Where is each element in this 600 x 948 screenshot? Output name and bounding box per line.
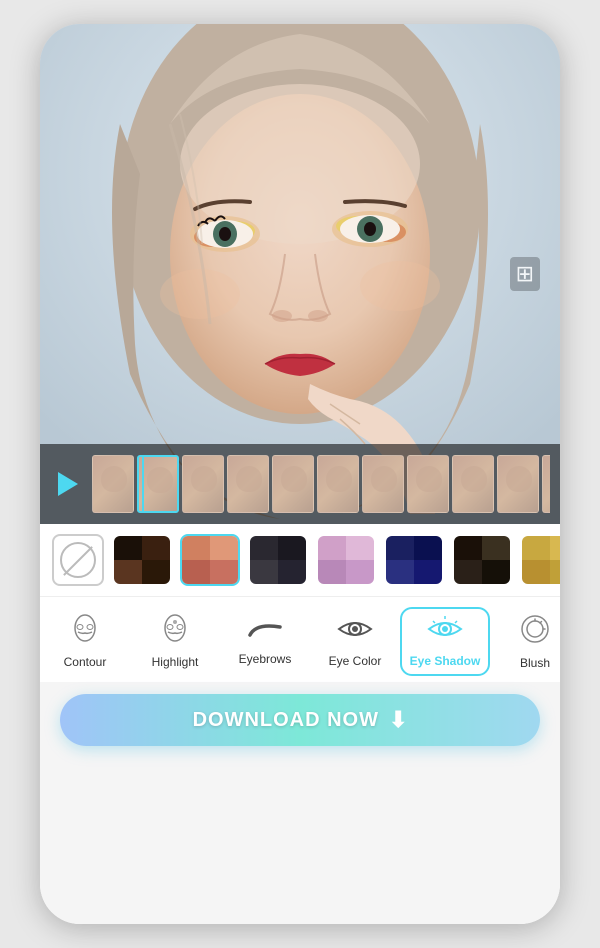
palette-navy-blue[interactable] [384, 534, 444, 586]
contour-icon [70, 614, 100, 649]
palettes-row [40, 524, 560, 597]
download-label: DOWNLOAD NOW [193, 709, 379, 732]
download-button[interactable]: DOWNLOAD NOW ⬇ [60, 694, 540, 746]
thumbnail-3[interactable] [182, 455, 224, 513]
eye-shadow-label: Eye Shadow [410, 654, 481, 668]
thumbnail-4[interactable] [227, 455, 269, 513]
download-icon: ⬇ [389, 707, 407, 733]
highlight-icon [160, 614, 190, 649]
highlight-label: Highlight [152, 655, 199, 669]
tab-contour[interactable]: Contour [40, 608, 130, 675]
eye-color-label: Eye Color [329, 654, 382, 668]
palette-warm-rose[interactable] [180, 534, 240, 586]
thumbnail-7[interactable] [362, 455, 404, 513]
none-icon [60, 542, 96, 578]
palette-gold-shimmer[interactable] [520, 534, 560, 586]
timeline-cursor [142, 455, 144, 513]
palette-dark-brown[interactable] [112, 534, 172, 586]
thumbnail-1[interactable] [92, 455, 134, 513]
tab-eyebrows[interactable]: Eyebrows [220, 612, 310, 672]
photo-area: ⊞ [40, 24, 560, 524]
thumbnail-5[interactable] [272, 455, 314, 513]
thumbnail-11[interactable] [542, 455, 550, 513]
eye-shadow-icon [427, 615, 463, 648]
thumbnail-10[interactable] [497, 455, 539, 513]
comparison-handle[interactable]: ⊞ [510, 257, 540, 291]
blush-label: Blush [520, 656, 550, 670]
palette-deep-gray[interactable] [248, 534, 308, 586]
eyebrows-label: Eyebrows [239, 652, 292, 666]
contour-label: Contour [64, 655, 107, 669]
phone-shell: ⊞ [40, 24, 560, 924]
palette-none[interactable] [52, 534, 104, 586]
tab-blush[interactable]: Blush [490, 607, 560, 676]
makeup-section: Contour Highlight [40, 524, 560, 924]
palette-dark-mix[interactable] [452, 534, 512, 586]
play-button[interactable] [50, 466, 86, 502]
play-icon [58, 472, 78, 496]
thumbnail-8[interactable] [407, 455, 449, 513]
tab-eye-shadow[interactable]: Eye Shadow [400, 607, 490, 676]
tab-eye-color[interactable]: Eye Color [310, 609, 400, 674]
tab-highlight[interactable]: Highlight [130, 608, 220, 675]
category-tabs: Contour Highlight [40, 597, 560, 682]
thumbnail-6[interactable] [317, 455, 359, 513]
eye-color-icon [337, 615, 373, 648]
blush-icon [519, 613, 551, 650]
palette-pink-purple[interactable] [316, 534, 376, 586]
timeline-strip [40, 444, 560, 524]
eyebrow-icon [246, 618, 284, 646]
thumbnail-9[interactable] [452, 455, 494, 513]
thumbnails-row [92, 455, 550, 513]
